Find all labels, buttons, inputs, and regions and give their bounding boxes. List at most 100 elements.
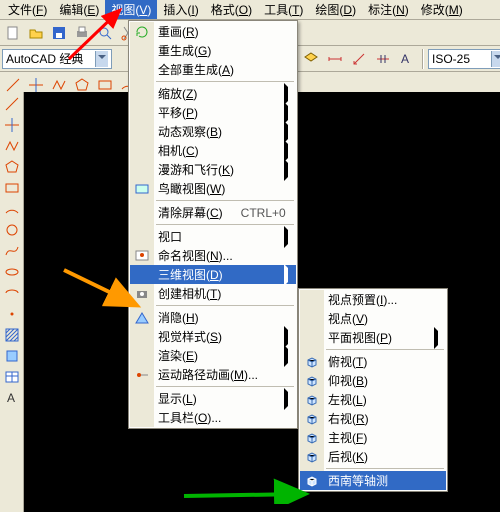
polygon-tool[interactable] bbox=[2, 157, 22, 177]
separator bbox=[326, 349, 444, 350]
menuitem-label: 平移(P) bbox=[158, 104, 198, 121]
text-icon[interactable]: A bbox=[396, 48, 418, 70]
menuitem-显示[interactable]: 显示(L) bbox=[130, 389, 296, 408]
new-button[interactable] bbox=[2, 22, 24, 44]
menuitem-label: 重生成(G) bbox=[158, 42, 211, 59]
menuitem-label: 主视(F) bbox=[328, 429, 367, 446]
menuitem-label: 视口 bbox=[158, 228, 182, 245]
menuitem-视点预置[interactable]: 视点预置(I)... bbox=[300, 290, 446, 309]
menuitem-左视[interactable]: 左视(L) bbox=[300, 390, 446, 409]
dim-icon-1[interactable] bbox=[324, 48, 346, 70]
menu-o[interactable]: 格式(O) bbox=[205, 0, 258, 19]
menuitem-俯视[interactable]: 俯视(T) bbox=[300, 352, 446, 371]
workspace-combo[interactable]: AutoCAD 经典 bbox=[2, 49, 112, 69]
menuitem-label: 西南等轴测 bbox=[328, 472, 388, 489]
menuitem-创建相机[interactable]: 创建相机(T) bbox=[130, 284, 296, 303]
menuitem-label: 三维视图(D) bbox=[158, 266, 223, 283]
menuitem-后视[interactable]: 后视(K) bbox=[300, 447, 446, 466]
table-tool[interactable] bbox=[2, 367, 22, 387]
menuitem-label: 左视(L) bbox=[328, 391, 367, 408]
menu-n[interactable]: 标注(N) bbox=[362, 0, 415, 19]
point-tool[interactable] bbox=[2, 304, 22, 324]
preview-button[interactable] bbox=[94, 22, 116, 44]
pline-tool[interactable] bbox=[2, 136, 22, 156]
menuitem-动态观察[interactable]: 动态观察(B) bbox=[130, 122, 296, 141]
menuitem-右视[interactable]: 右视(R) bbox=[300, 409, 446, 428]
menuitem-平面视图[interactable]: 平面视图(P) bbox=[300, 328, 446, 347]
menu-i[interactable]: 插入(I) bbox=[157, 0, 204, 19]
menuitem-视点[interactable]: 视点(V) bbox=[300, 309, 446, 328]
camera-icon bbox=[133, 286, 151, 302]
menuitem-重生成[interactable]: 重生成(G) bbox=[130, 41, 296, 60]
xline-tool[interactable] bbox=[2, 115, 22, 135]
menuitem-漫游和飞行[interactable]: 漫游和飞行(K) bbox=[130, 160, 296, 179]
menuitem-平移[interactable]: 平移(P) bbox=[130, 103, 296, 122]
menuitem-渲染[interactable]: 渲染(E) bbox=[130, 346, 296, 365]
chevron-right-icon bbox=[284, 230, 292, 244]
spline-tool[interactable] bbox=[2, 241, 22, 261]
workspace-combo-text: AutoCAD 经典 bbox=[6, 50, 83, 67]
separator bbox=[326, 468, 444, 469]
print-button[interactable] bbox=[71, 22, 93, 44]
hatch-tool[interactable] bbox=[2, 325, 22, 345]
menuitem-label: 视点预置(I)... bbox=[328, 291, 397, 308]
view-menu: 重画(R)重生成(G)全部重生成(A) 缩放(Z)平移(P)动态观察(B)相机(C… bbox=[128, 20, 298, 429]
arc-tool[interactable] bbox=[2, 199, 22, 219]
chevron-right-icon bbox=[284, 106, 292, 120]
dimstyle-combo[interactable]: ISO-25 bbox=[428, 49, 500, 69]
separator bbox=[156, 81, 294, 82]
rect-tool[interactable] bbox=[2, 178, 22, 198]
separator bbox=[156, 224, 294, 225]
menuitem-label: 平面视图(P) bbox=[328, 329, 392, 346]
menuitem-重画[interactable]: 重画(R) bbox=[130, 22, 296, 41]
menuitem-label: 工具栏(O)... bbox=[158, 409, 221, 426]
menu-f[interactable]: 文件(F) bbox=[2, 0, 53, 19]
menuitem-工具栏[interactable]: 工具栏(O)... bbox=[130, 408, 296, 427]
menuitem-label: 俯视(T) bbox=[328, 353, 367, 370]
chevron-right-icon bbox=[434, 331, 442, 345]
menuitem-缩放[interactable]: 缩放(Z) bbox=[130, 84, 296, 103]
dim-icon-3[interactable] bbox=[372, 48, 394, 70]
menuitem-全部重生成[interactable]: 全部重生成(A) bbox=[130, 60, 296, 79]
menuitem-仰视[interactable]: 仰视(B) bbox=[300, 371, 446, 390]
chevron-right-icon bbox=[284, 330, 292, 344]
menu-v[interactable]: 视图(V) bbox=[105, 0, 157, 19]
menu-e[interactable]: 编辑(E) bbox=[53, 0, 105, 19]
aerial-icon bbox=[133, 181, 151, 197]
open-button[interactable] bbox=[25, 22, 47, 44]
circle-tool[interactable] bbox=[2, 220, 22, 240]
menuitem-相机[interactable]: 相机(C) bbox=[130, 141, 296, 160]
menuitem-视觉样式[interactable]: 视觉样式(S) bbox=[130, 327, 296, 346]
separator bbox=[156, 200, 294, 201]
separator bbox=[156, 386, 294, 387]
chevron-right-icon bbox=[284, 144, 292, 158]
earc-tool[interactable] bbox=[2, 283, 22, 303]
menu-t[interactable]: 工具(T) bbox=[258, 0, 309, 19]
menuitem-西南等轴测[interactable]: 西南等轴测 bbox=[300, 471, 446, 490]
dim-icon-2[interactable] bbox=[348, 48, 370, 70]
cube-icon bbox=[303, 373, 321, 389]
save-button[interactable] bbox=[48, 22, 70, 44]
menu-d[interactable]: 绘图(D) bbox=[309, 0, 362, 19]
line-tool[interactable] bbox=[2, 94, 22, 114]
layer-icon[interactable] bbox=[300, 48, 322, 70]
menuitem-命名视图[interactable]: 命名视图(N)... bbox=[130, 246, 296, 265]
menuitem-运动路径动画[interactable]: 运动路径动画(M)... bbox=[130, 365, 296, 384]
menuitem-label: 视点(V) bbox=[328, 310, 368, 327]
menuitem-清除屏幕[interactable]: 清除屏幕(C)CTRL+0 bbox=[130, 203, 296, 222]
menuitem-label: 视觉样式(S) bbox=[158, 328, 222, 345]
menuitem-label: 清除屏幕(C) bbox=[158, 204, 223, 221]
ellipse-tool[interactable] bbox=[2, 262, 22, 282]
menuitem-消隐[interactable]: 消隐(H) bbox=[130, 308, 296, 327]
menu-m[interactable]: 修改(M) bbox=[415, 0, 469, 19]
menuitem-label: 鸟瞰视图(W) bbox=[158, 180, 225, 197]
menuitem-主视[interactable]: 主视(F) bbox=[300, 428, 446, 447]
svg-text:A: A bbox=[401, 52, 409, 66]
cube-icon bbox=[303, 411, 321, 427]
menuitem-视口[interactable]: 视口 bbox=[130, 227, 296, 246]
region-tool[interactable] bbox=[2, 346, 22, 366]
menuitem-三维视图[interactable]: 三维视图(D) bbox=[130, 265, 296, 284]
menuitem-鸟瞰视图[interactable]: 鸟瞰视图(W) bbox=[130, 179, 296, 198]
text-tool[interactable]: A bbox=[2, 388, 22, 408]
motion-icon bbox=[133, 367, 151, 383]
